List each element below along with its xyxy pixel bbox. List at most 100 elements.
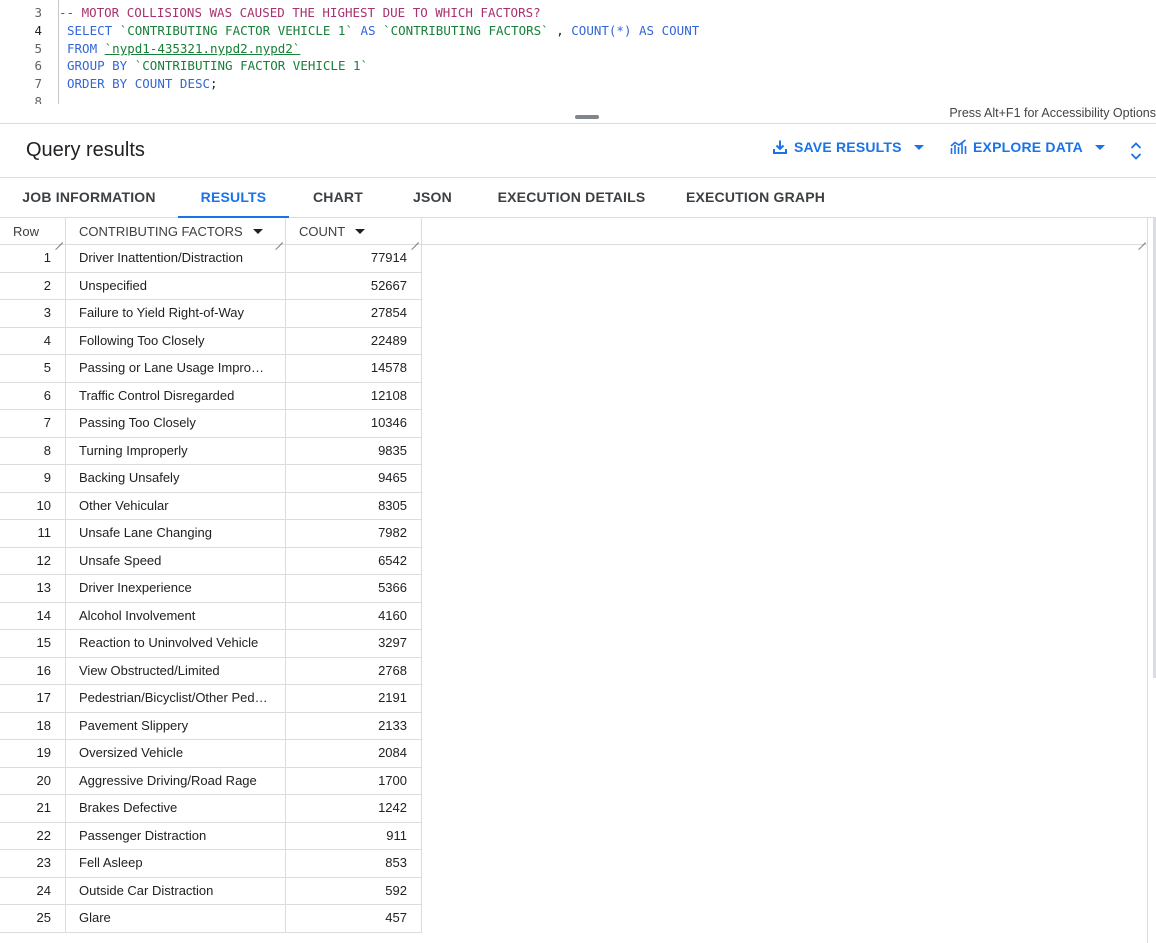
row-number-cell[interactable]: 1 [0, 245, 66, 272]
count-cell[interactable]: 2084 [286, 740, 422, 767]
table-row[interactable]: 22 Passenger Distraction 911 [0, 822, 422, 850]
column-header-row[interactable]: Row [0, 218, 66, 245]
count-cell[interactable]: 27854 [286, 300, 422, 327]
table-row[interactable]: 8 Turning Improperly 9835 [0, 437, 422, 465]
table-row[interactable]: 12 Unsafe Speed 6542 [0, 547, 422, 575]
contributing-factor-cell[interactable]: Glare [66, 905, 286, 932]
row-number-cell[interactable]: 12 [0, 547, 66, 575]
table-row[interactable]: 7 Passing Too Closely 10346 [0, 410, 422, 438]
row-number-cell[interactable]: 21 [0, 795, 66, 822]
table-row[interactable]: 10 Other Vehicular 8305 [0, 492, 422, 520]
table-row[interactable]: 9 Backing Unsafely 9465 [0, 465, 422, 493]
drag-handle-icon[interactable] [575, 115, 599, 119]
contributing-factor-cell[interactable]: Aggressive Driving/Road Rage [66, 767, 286, 795]
contributing-factor-cell[interactable]: Fell Asleep [66, 850, 286, 877]
table-row[interactable]: 21 Brakes Defective 1242 [0, 795, 422, 823]
row-number-cell[interactable]: 11 [0, 520, 66, 547]
tab-chart[interactable]: CHART [289, 178, 387, 218]
count-cell[interactable]: 2191 [286, 685, 422, 712]
contributing-factor-cell[interactable]: Brakes Defective [66, 795, 286, 822]
count-cell[interactable]: 2133 [286, 712, 422, 740]
table-row[interactable]: 2 Unspecified 52667 [0, 272, 422, 300]
row-number-cell[interactable]: 5 [0, 355, 66, 382]
contributing-factor-cell[interactable]: Alcohol Involvement [66, 602, 286, 630]
contributing-factor-cell[interactable]: Backing Unsafely [66, 465, 286, 492]
contributing-factor-cell[interactable]: Passenger Distraction [66, 822, 286, 850]
row-number-cell[interactable]: 8 [0, 437, 66, 465]
table-row[interactable]: 18 Pavement Slippery 2133 [0, 712, 422, 740]
contributing-factor-cell[interactable]: Turning Improperly [66, 437, 286, 465]
sql-editor[interactable]: 3 4 5 6 7 8 -- MOTOR COLLISIONS WAS CAUS… [0, 0, 1156, 104]
sql-select-line[interactable]: SELECT `CONTRIBUTING FACTOR VEHICLE 1` A… [67, 22, 699, 40]
column-resize-handle[interactable] [275, 235, 283, 243]
row-number-cell[interactable]: 17 [0, 685, 66, 712]
tab-results[interactable]: RESULTS [178, 178, 289, 218]
contributing-factor-cell[interactable]: Driver Inattention/Distraction [66, 245, 286, 272]
sql-comment-line[interactable]: -- MOTOR COLLISIONS WAS CAUSED THE HIGHE… [59, 4, 541, 22]
table-row[interactable]: 20 Aggressive Driving/Road Rage 1700 [0, 767, 422, 795]
column-header-count[interactable]: COUNT [286, 218, 422, 245]
sql-from-line[interactable]: FROM `nypd1-435321.nypd2.nypd2` [67, 40, 300, 58]
table-row[interactable]: 16 View Obstructed/Limited 2768 [0, 657, 422, 685]
table-row[interactable]: 3 Failure to Yield Right-of-Way 27854 [0, 300, 422, 328]
row-number-cell[interactable]: 7 [0, 410, 66, 437]
count-cell[interactable]: 52667 [286, 272, 422, 300]
row-number-cell[interactable]: 9 [0, 465, 66, 492]
count-cell[interactable]: 9835 [286, 437, 422, 465]
row-number-cell[interactable]: 14 [0, 602, 66, 630]
count-cell[interactable]: 8305 [286, 492, 422, 520]
contributing-factor-cell[interactable]: Failure to Yield Right-of-Way [66, 300, 286, 327]
explore-data-button[interactable]: EXPLORE DATA [950, 139, 1105, 155]
column-resize-handle[interactable] [411, 235, 419, 243]
contributing-factor-cell[interactable]: Pedestrian/Bicyclist/Other Ped… [66, 685, 286, 712]
expand-collapse-icon[interactable] [1128, 140, 1144, 162]
row-number-cell[interactable]: 13 [0, 575, 66, 602]
count-cell[interactable]: 9465 [286, 465, 422, 492]
table-row[interactable]: 17 Pedestrian/Bicyclist/Other Ped… 2191 [0, 685, 422, 713]
count-cell[interactable]: 7982 [286, 520, 422, 547]
count-cell[interactable]: 22489 [286, 327, 422, 355]
table-row[interactable]: 24 Outside Car Distraction 592 [0, 877, 422, 905]
table-row[interactable]: 5 Passing or Lane Usage Improper 14578 [0, 355, 422, 383]
column-resize-handle[interactable] [1138, 235, 1146, 243]
table-row[interactable]: 1 Driver Inattention/Distraction 77914 [0, 245, 422, 273]
table-row[interactable]: 25 Glare 457 [0, 905, 422, 933]
count-cell[interactable]: 457 [286, 905, 422, 932]
table-row[interactable]: 23 Fell Asleep 853 [0, 850, 422, 878]
count-cell[interactable]: 4160 [286, 602, 422, 630]
count-cell[interactable]: 77914 [286, 245, 422, 272]
row-number-cell[interactable]: 25 [0, 905, 66, 932]
row-number-cell[interactable]: 20 [0, 767, 66, 795]
count-cell[interactable]: 911 [286, 822, 422, 850]
row-number-cell[interactable]: 15 [0, 630, 66, 657]
count-cell[interactable]: 3297 [286, 630, 422, 657]
table-row[interactable]: 4 Following Too Closely 22489 [0, 327, 422, 355]
count-cell[interactable]: 1242 [286, 795, 422, 822]
row-number-cell[interactable]: 4 [0, 327, 66, 355]
contributing-factor-cell[interactable]: Pavement Slippery [66, 712, 286, 740]
contributing-factor-cell[interactable]: Outside Car Distraction [66, 877, 286, 905]
contributing-factor-cell[interactable]: Unspecified [66, 272, 286, 300]
row-number-cell[interactable]: 2 [0, 272, 66, 300]
contributing-factor-cell[interactable]: Reaction to Uninvolved Vehicle [66, 630, 286, 657]
count-cell[interactable]: 1700 [286, 767, 422, 795]
code-area[interactable]: -- MOTOR COLLISIONS WAS CAUSED THE HIGHE… [58, 0, 1156, 104]
row-number-cell[interactable]: 24 [0, 877, 66, 905]
sql-groupby-line[interactable]: GROUP BY `CONTRIBUTING FACTOR VEHICLE 1` [67, 57, 368, 75]
count-cell[interactable]: 6542 [286, 547, 422, 575]
count-cell[interactable]: 12108 [286, 382, 422, 410]
sort-arrow-icon[interactable] [355, 229, 366, 234]
contributing-factor-cell[interactable]: Following Too Closely [66, 327, 286, 355]
column-header-contributing-factors[interactable]: CONTRIBUTING FACTORS [66, 218, 286, 245]
contributing-factor-cell[interactable]: Oversized Vehicle [66, 740, 286, 767]
sql-table-link[interactable]: `nypd1-435321.nypd2.nypd2` [105, 41, 301, 56]
contributing-factor-cell[interactable]: View Obstructed/Limited [66, 657, 286, 685]
editor-results-splitter[interactable]: Press Alt+F1 for Accessibility Options [0, 104, 1156, 124]
table-row[interactable]: 11 Unsafe Lane Changing 7982 [0, 520, 422, 548]
row-number-cell[interactable]: 18 [0, 712, 66, 740]
save-results-button[interactable]: SAVE RESULTS [772, 139, 924, 155]
table-row[interactable]: 14 Alcohol Involvement 4160 [0, 602, 422, 630]
contributing-factor-cell[interactable]: Other Vehicular [66, 492, 286, 520]
tab-execution-details[interactable]: EXECUTION DETAILS [478, 178, 665, 218]
table-row[interactable]: 15 Reaction to Uninvolved Vehicle 3297 [0, 630, 422, 658]
